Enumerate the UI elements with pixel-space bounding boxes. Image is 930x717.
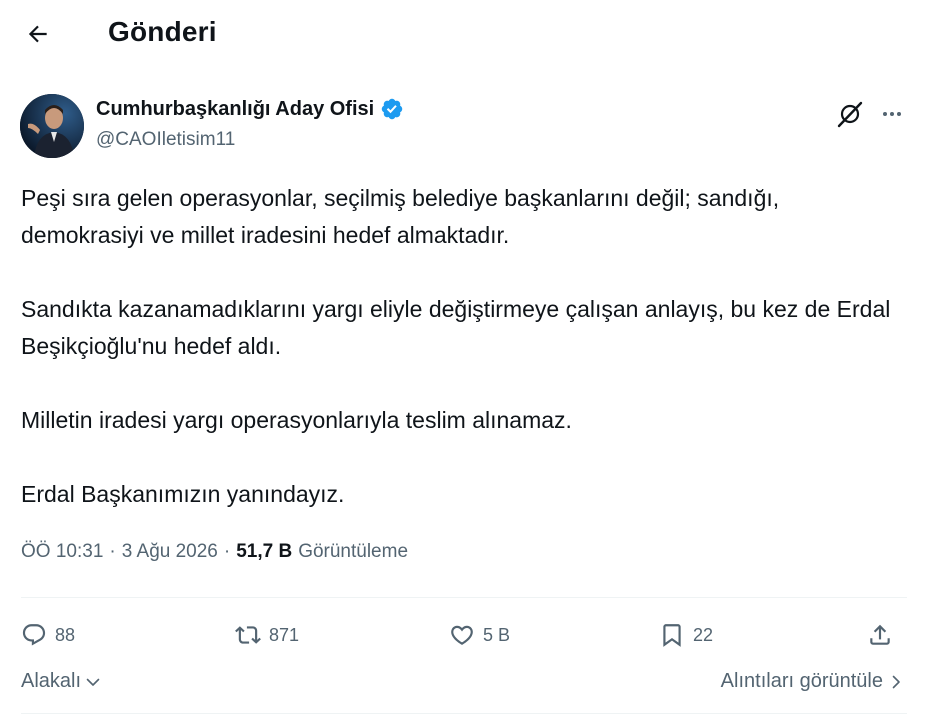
author-handle[interactable]: @CAOIletisim11 (96, 129, 235, 151)
bookmark-icon (663, 624, 681, 647)
like-button[interactable]: 5 B (449, 612, 510, 658)
arrow-left-icon (28, 25, 47, 43)
like-count: 5 B (483, 624, 511, 645)
avatar[interactable] (20, 94, 84, 158)
tweet-metadata: ÖÖ 10:31 · 3 Ağu 2026 · 51,7 B Görüntüle… (21, 541, 408, 563)
views-label: Görüntüleme (298, 541, 409, 562)
view-quotes-label: Alıntıları görüntüle (720, 670, 883, 692)
divider (21, 597, 907, 598)
tweet-author: Cumhurbaşkanlığı Aday Ofisi @CAOIletisim… (20, 92, 910, 162)
chevron-down-icon (86, 678, 100, 686)
author-name-link[interactable]: Cumhurbaşkanlığı Aday Ofisi (96, 97, 404, 121)
divider (21, 713, 907, 714)
tweet-paragraph: Sandıkta kazanamadıklarını yargı eliyle … (21, 296, 891, 359)
replies-toolbar: Alakalı Alıntıları görüntüle (21, 670, 907, 700)
top-bar: Gönderi (0, 0, 930, 68)
retweet-count: 871 (269, 624, 300, 645)
reply-button[interactable]: 88 (21, 612, 75, 658)
chevron-right-icon (892, 675, 900, 688)
grok-button[interactable] (834, 98, 866, 130)
tweet-paragraph: Milletin iradesi yargı operasyonlarıyla … (21, 407, 572, 433)
verified-badge-icon (381, 98, 403, 120)
tweet-paragraph: Peşi sıra gelen operasyonlar, seçilmiş b… (21, 185, 780, 248)
retweet-icon (235, 626, 261, 644)
heart-icon (451, 625, 473, 645)
tweet-actions: 88 871 5 B 22 (21, 612, 907, 658)
views-count: 51,7 B (236, 541, 293, 562)
tweet-time[interactable]: ÖÖ 10:31 (21, 541, 103, 563)
avatar-image (20, 94, 84, 158)
more-options-button[interactable] (876, 98, 908, 130)
view-quotes-link[interactable]: Alıntıları görüntüle (721, 670, 903, 693)
sort-label: Alakalı (21, 670, 82, 692)
tweet-text: Peşi sıra gelen operasyonlar, seçilmiş b… (21, 180, 901, 513)
back-button[interactable] (18, 16, 58, 52)
more-horizontal-icon (883, 112, 901, 116)
tweet-date[interactable]: 3 Ağu 2026 (122, 541, 218, 563)
grok-icon (837, 101, 863, 128)
page-title: Gönderi (108, 16, 217, 47)
tweet-paragraph: Erdal Başkanımızın yanındayız. (21, 481, 345, 507)
share-button[interactable] (867, 612, 893, 658)
sort-dropdown[interactable]: Alakalı (21, 670, 101, 693)
meta-separator: · (109, 541, 116, 562)
reply-count: 88 (55, 624, 76, 645)
author-name: Cumhurbaşkanlığı Aday Ofisi (96, 97, 375, 120)
retweet-button[interactable]: 871 (235, 612, 299, 658)
share-icon (870, 624, 890, 645)
reply-icon (22, 624, 46, 646)
bookmark-count: 22 (693, 624, 714, 645)
bookmark-button[interactable]: 22 (659, 612, 713, 658)
meta-separator: · (223, 541, 231, 562)
